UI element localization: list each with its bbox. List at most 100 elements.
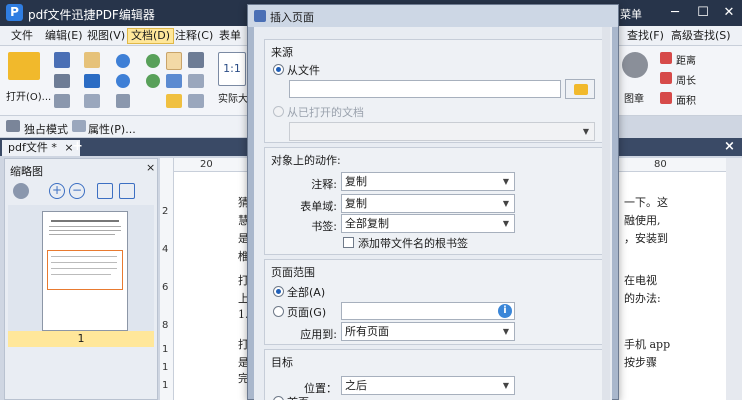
camera-icon[interactable] — [188, 52, 204, 68]
perimeter-icon[interactable] — [660, 72, 672, 84]
first-page-radio[interactable] — [273, 396, 284, 400]
link-icon[interactable] — [116, 94, 130, 108]
ruler-tick: 20 — [200, 159, 213, 170]
apply-to-value: 所有页面 — [345, 325, 389, 338]
tab-label: pdf文件 * — [8, 141, 57, 154]
chevron-down-icon: ▼ — [502, 381, 509, 390]
add-root-bookmark-checkbox[interactable] — [343, 237, 354, 248]
tab-pdf-file[interactable]: pdf文件 * × — [2, 140, 80, 156]
hand-icon[interactable] — [166, 52, 182, 70]
redo-icon[interactable] — [116, 74, 130, 88]
document-scrollbar[interactable] — [726, 158, 742, 400]
dialog-body: 来源 从文件 从已打开的文档 ▼ 对象上的动作: 注释: 复制 ▼ 表单域: 复… — [254, 27, 612, 400]
close-button[interactable]: ✕ — [718, 4, 740, 22]
position-select[interactable]: 之后 ▼ — [341, 376, 515, 395]
bookmarks-select[interactable]: 全部复制 ▼ — [341, 214, 515, 233]
distance-icon[interactable] — [660, 52, 672, 64]
exclusive-mode-button[interactable]: 独占模式 — [24, 121, 68, 137]
maximize-button[interactable]: ☐ — [692, 4, 714, 22]
menu-edit[interactable]: 编辑(E) — [42, 28, 86, 44]
text-icon[interactable] — [188, 74, 204, 88]
crop-icon[interactable] — [188, 94, 204, 108]
doc-line: 在电视 — [624, 274, 657, 287]
page-range-input[interactable]: i — [341, 302, 515, 320]
from-file-label[interactable]: 从文件 — [287, 62, 320, 78]
chevron-down-icon: ▼ — [582, 127, 589, 136]
page-thumbnail[interactable] — [42, 211, 128, 331]
zoom-out-icon[interactable]: − — [69, 183, 85, 199]
menu-document[interactable]: 文档(D) — [127, 28, 175, 44]
info-icon[interactable]: i — [498, 304, 512, 318]
actual-size-label[interactable]: 实际大 — [218, 90, 248, 105]
document-icon[interactable] — [84, 52, 100, 68]
menu-advanced-find[interactable]: 高级查找(S) — [668, 28, 734, 44]
open-folder-icon[interactable] — [8, 52, 40, 80]
vertical-ruler: 2 4 6 8 1 1 1 — [160, 158, 174, 400]
dialog-icon — [254, 10, 266, 22]
dialog-title: 插入页面 — [270, 11, 314, 24]
from-opened-radio[interactable] — [273, 106, 284, 117]
forward-icon[interactable] — [146, 74, 160, 88]
page-range-radio[interactable] — [273, 306, 284, 317]
rotate-left-icon[interactable] — [97, 183, 113, 199]
rotate-right-icon[interactable] — [119, 183, 135, 199]
doc-line: 融使用, — [624, 214, 661, 227]
distance-label[interactable]: 距离 — [676, 52, 696, 67]
browse-button[interactable] — [565, 79, 595, 99]
from-opened-label[interactable]: 从已打开的文档 — [287, 104, 364, 120]
ruler-tick: 6 — [162, 282, 169, 293]
zoom-in-icon[interactable]: + — [49, 183, 65, 199]
back-icon[interactable] — [146, 54, 160, 68]
menu-form[interactable]: 表单 — [216, 28, 244, 44]
zoom-icon[interactable] — [166, 94, 182, 108]
doc-line: 手机 app — [624, 338, 671, 351]
from-file-radio[interactable] — [273, 64, 284, 75]
actual-size-icon[interactable]: 1:1 — [218, 52, 246, 86]
page-range-label[interactable]: 页面(G) — [287, 304, 326, 320]
properties-button[interactable]: 属性(P)... — [88, 121, 136, 137]
target-group: 目标 位置： 之后 ▼ 首页 — [264, 349, 610, 400]
ruler-tick: 1 — [162, 362, 169, 373]
page-icon[interactable] — [54, 94, 70, 108]
cloud-icon[interactable] — [84, 74, 100, 88]
ruler-tick: 2 — [162, 206, 169, 217]
file-path-input[interactable] — [289, 80, 561, 98]
form-fields-select[interactable]: 复制 ▼ — [341, 194, 515, 213]
menu-file[interactable]: 文件 — [8, 28, 36, 44]
open-button-label[interactable]: 打开(O)... — [6, 88, 51, 103]
save-icon[interactable] — [54, 52, 70, 68]
apply-to-select[interactable]: 所有页面 ▼ — [341, 322, 515, 341]
all-pages-label[interactable]: 全部(A) — [287, 284, 325, 300]
dialog-titlebar[interactable]: 插入页面 — [248, 5, 618, 27]
thumbnail-close-icon[interactable]: × — [146, 161, 155, 174]
first-page-label[interactable]: 首页 — [287, 394, 309, 400]
main-menu-button[interactable]: 菜单 — [620, 6, 642, 22]
menu-view[interactable]: 视图(V) — [84, 28, 128, 44]
properties-icon[interactable] — [72, 120, 86, 132]
menu-comment[interactable]: 注释(C) — [172, 28, 216, 44]
dialog-scrollbar[interactable] — [602, 27, 610, 400]
exclusive-mode-icon[interactable] — [6, 120, 20, 132]
minimize-button[interactable]: ─ — [664, 4, 686, 22]
select-icon[interactable] — [166, 74, 182, 88]
source-group: 来源 从文件 从已打开的文档 ▼ — [264, 39, 610, 143]
all-pages-radio[interactable] — [273, 286, 284, 297]
area-label[interactable]: 面积 — [676, 92, 696, 107]
thumbnail-title: 缩略图 — [10, 165, 43, 178]
annotations-select[interactable]: 复制 ▼ — [341, 172, 515, 191]
export-icon[interactable] — [84, 94, 100, 108]
opened-document-select[interactable]: ▼ — [289, 122, 595, 141]
print-icon[interactable] — [54, 74, 70, 88]
undo-icon[interactable] — [116, 54, 130, 68]
add-tab-button[interactable]: + — [72, 139, 83, 154]
app-logo: P — [6, 4, 23, 21]
stamp-icon[interactable] — [622, 52, 648, 78]
area-icon[interactable] — [660, 92, 672, 104]
stamp-label[interactable]: 图章 — [624, 90, 644, 105]
close-doc-icon[interactable]: × — [724, 139, 735, 154]
ruler-tick: 8 — [162, 320, 169, 331]
perimeter-label[interactable]: 周长 — [676, 72, 696, 87]
gear-icon[interactable] — [13, 183, 29, 199]
add-root-bookmark-label[interactable]: 添加带文件名的根书签 — [358, 235, 468, 251]
menu-find[interactable]: 查找(F) — [624, 28, 667, 44]
